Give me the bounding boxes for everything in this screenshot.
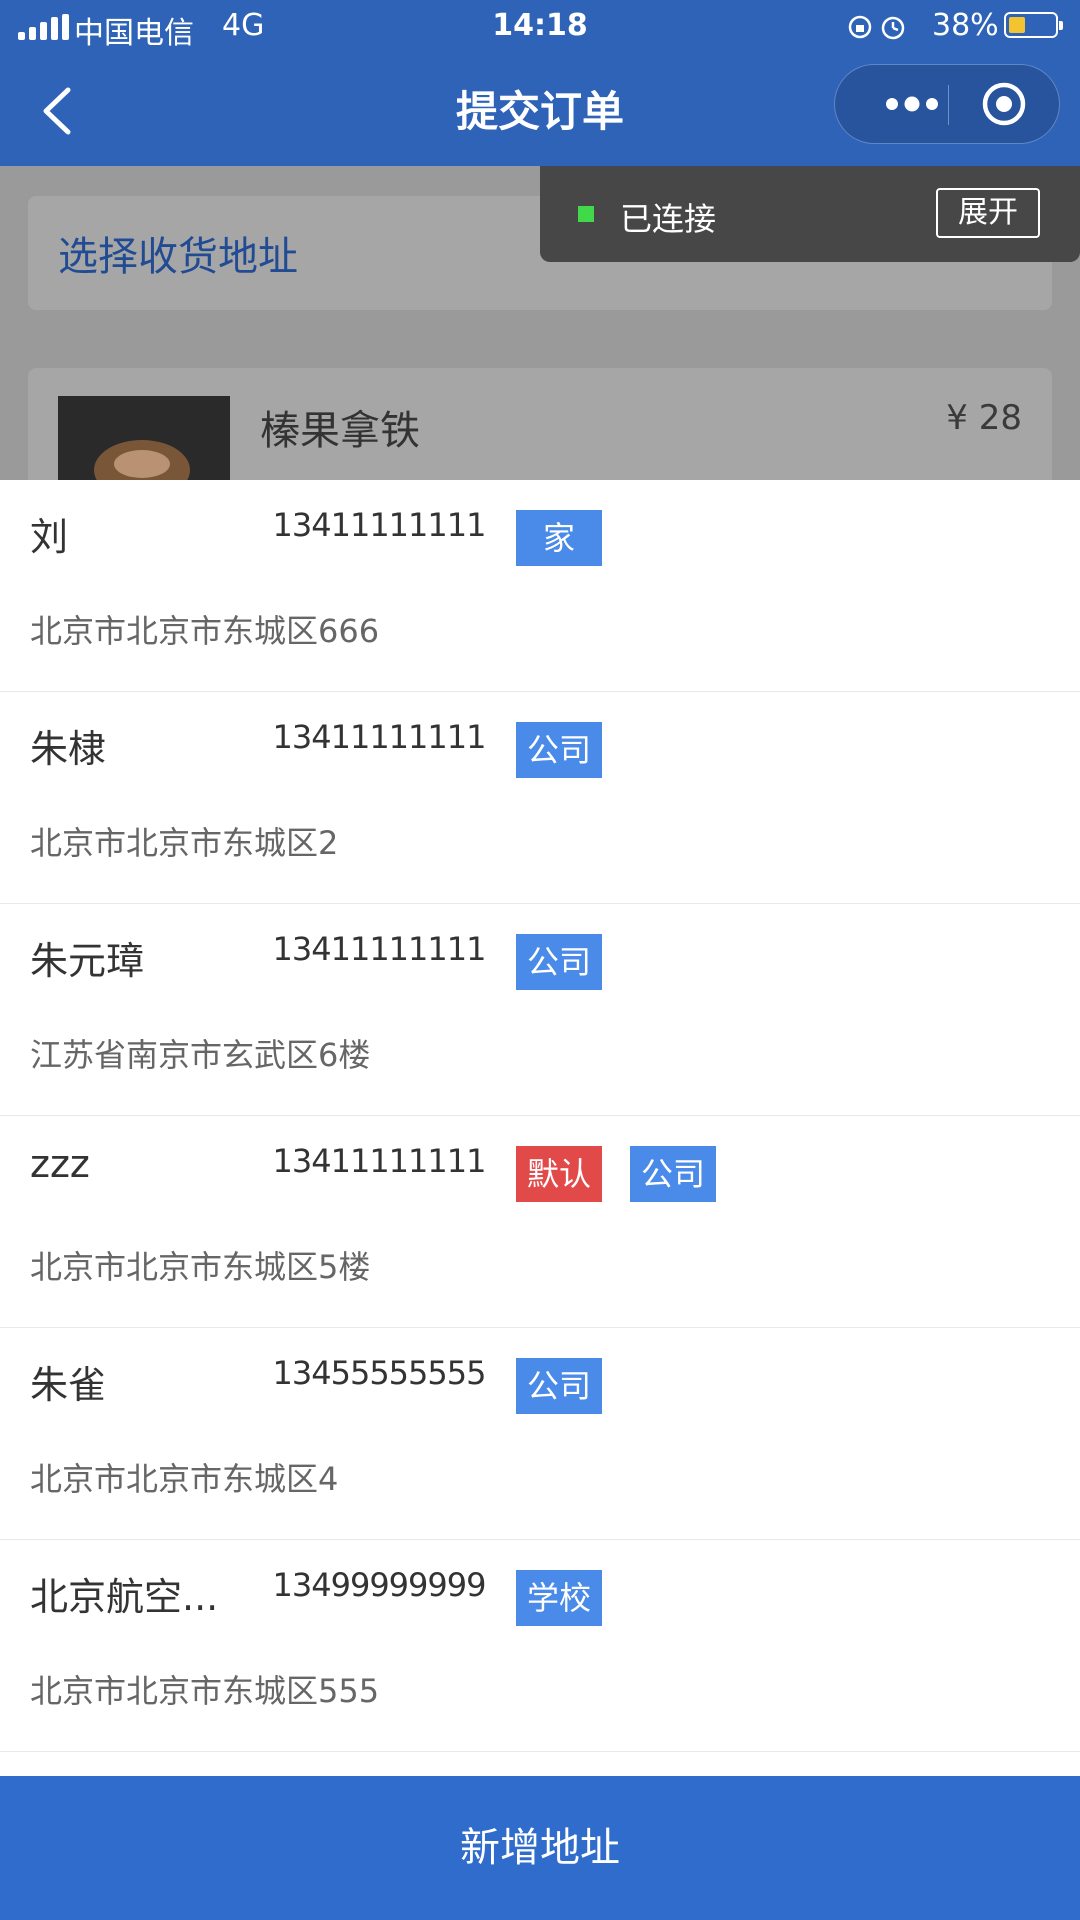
address-item[interactable]: 刘 13411111111 家 北京市北京市东城区666 xyxy=(0,480,1080,692)
recipient-phone: 13455555555 xyxy=(272,1354,487,1392)
recipient-name: 刘 xyxy=(30,515,69,559)
header: 中国电信 4G 14:18 38% 提交订单 xyxy=(0,0,1080,166)
address-tag: 公司 xyxy=(516,1358,602,1414)
more-menu-icon[interactable] xyxy=(867,65,957,143)
address-tag: 公司 xyxy=(630,1146,716,1202)
orientation-lock-and-alarm-icons xyxy=(848,15,905,40)
address-text: 北京市北京市东城区2 xyxy=(30,824,339,862)
connection-status: 已连接 xyxy=(620,200,717,238)
status-bar: 中国电信 4G 14:18 38% xyxy=(0,0,1080,54)
address-item[interactable]: 朱棣 13411111111 公司 北京市北京市东城区2 xyxy=(0,692,1080,904)
address-item[interactable]: 北京航空... 13499999999 学校 北京市北京市东城区555 xyxy=(0,1540,1080,1752)
product-card: 榛果拿铁 ¥ 28 xyxy=(28,368,1052,480)
mini-program-capsule xyxy=(834,64,1060,144)
product-image xyxy=(58,396,230,480)
recipient-name: 朱棣 xyxy=(30,727,107,771)
recipient-name: zzz xyxy=(30,1142,90,1186)
close-mini-program-icon[interactable] xyxy=(981,81,1027,127)
address-text: 北京市北京市东城区555 xyxy=(30,1672,380,1710)
address-text: 北京市北京市东城区5楼 xyxy=(30,1248,371,1286)
recipient-name: 北京航空... xyxy=(30,1575,219,1619)
address-tag: 公司 xyxy=(516,934,602,990)
address-tag: 家 xyxy=(516,510,602,566)
recipient-name: 朱元璋 xyxy=(30,939,145,983)
recipient-phone: 13411111111 xyxy=(272,930,487,968)
address-text: 江苏省南京市玄武区6楼 xyxy=(30,1036,371,1074)
capsule-divider xyxy=(948,85,949,125)
battery-icon xyxy=(1004,12,1063,38)
address-text: 北京市北京市东城区4 xyxy=(30,1460,339,1498)
select-address-label: 选择收货地址 xyxy=(58,234,298,280)
recipient-phone: 13411111111 xyxy=(272,1142,487,1180)
add-address-button[interactable]: 新增地址 xyxy=(0,1776,1080,1920)
recipient-phone: 13411111111 xyxy=(272,506,487,544)
address-list: 刘 13411111111 家 北京市北京市东城区666 朱棣 13411111… xyxy=(0,480,1080,1776)
product-price: ¥ 28 xyxy=(946,398,1022,438)
product-name: 榛果拿铁 xyxy=(260,408,420,454)
clock: 14:18 xyxy=(492,8,588,43)
address-text: 北京市北京市东城区666 xyxy=(30,612,380,650)
battery-percent: 38% xyxy=(932,8,999,43)
address-item[interactable]: zzz 13411111111 默认 公司 北京市北京市东城区5楼 xyxy=(0,1116,1080,1328)
address-tag: 学校 xyxy=(516,1570,602,1626)
address-item[interactable]: 朱元璋 13411111111 公司 江苏省南京市玄武区6楼 xyxy=(0,904,1080,1116)
default-tag: 默认 xyxy=(516,1146,602,1202)
expand-button[interactable]: 展开 xyxy=(936,188,1040,238)
recipient-phone: 13411111111 xyxy=(272,718,487,756)
connection-toast: 已连接 展开 xyxy=(540,166,1080,262)
address-item[interactable]: 朱雀 13455555555 公司 北京市北京市东城区4 xyxy=(0,1328,1080,1540)
recipient-name: 朱雀 xyxy=(30,1363,107,1407)
connected-indicator-icon xyxy=(578,206,594,222)
recipient-phone: 13499999999 xyxy=(272,1566,487,1604)
address-tag: 公司 xyxy=(516,722,602,778)
